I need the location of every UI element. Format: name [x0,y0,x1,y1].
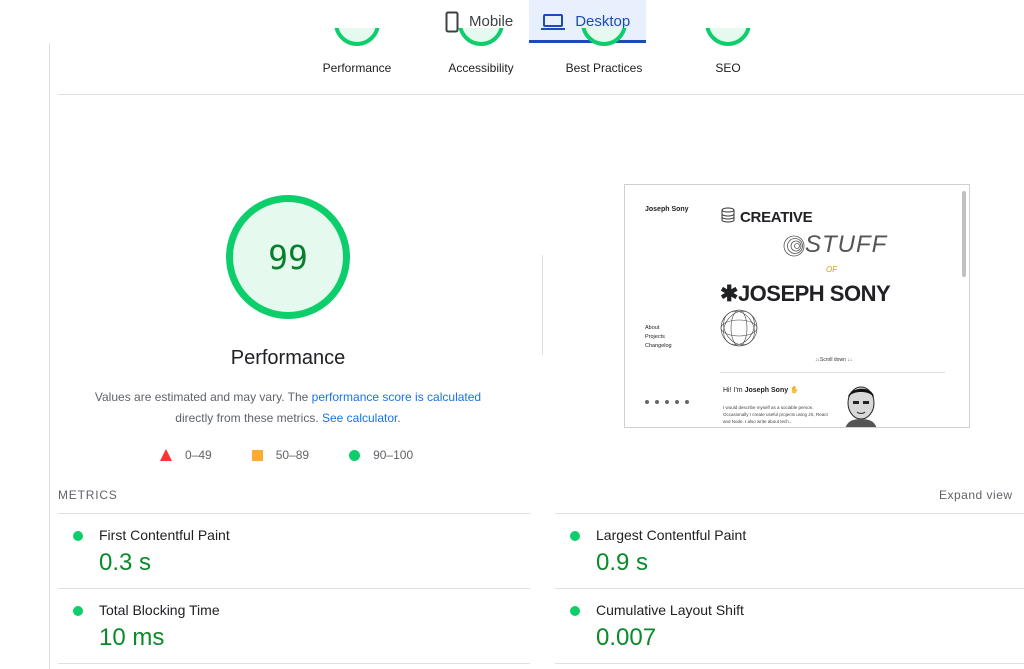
note-text: directly from these metrics. [175,411,322,425]
metric-value: 0.3 s [99,549,152,576]
legend-fail: 0–49 [160,448,212,462]
category-label: Accessibility [448,61,514,75]
site-name: Joseph Sony [645,206,689,213]
metric-value: 10 ms [99,624,165,651]
metric-value: 0.007 [596,624,657,651]
hero-name-text: JOSEPH SONY [737,281,891,306]
legend-fail-label: 0–49 [185,448,212,462]
hero-creative: CREATIVE [740,209,813,226]
greeting-name: Joseph Sony [744,387,789,394]
circle-icon [349,449,361,461]
triangle-icon [160,449,172,461]
wireframe-globe-icon [720,309,758,347]
spiral-icon [783,235,805,257]
metrics-divider [555,513,1024,514]
thumbnail-scrollbar [962,191,966,277]
performance-gauge: 99 [226,195,350,319]
metrics-divider [555,663,1024,664]
hero-of: OF [826,265,838,274]
expand-view-button[interactable]: Expand view [939,488,1013,502]
metrics-heading: METRICS [58,488,118,502]
hero-name: ✱JOSEPH SONY [720,281,891,307]
performance-score: 99 [268,237,308,277]
category-label: SEO [715,61,741,75]
score-note: Values are estimated and may vary. The p… [78,387,498,429]
asterisk-icon: ✱ [720,281,738,306]
category-divider [58,94,1024,95]
site-nav-item: Projects [645,334,665,340]
social-icon [685,400,689,404]
category-row: Performance Accessibility Best Practices… [0,28,1024,94]
note-text: . [397,411,401,425]
stack-icon [721,207,735,223]
intro-body: I would describe myself as a sociable pe… [723,405,828,424]
category-label: Best Practices [565,61,643,75]
metrics-divider [58,663,530,664]
note-text: Values are estimated and may vary. The [94,390,312,404]
thumbnail-divider [720,372,945,373]
legend-average: 50–89 [251,448,310,462]
pass-indicator [570,606,580,616]
social-icon [645,400,649,404]
intro-greeting: Hi! I'm Joseph Sony ✋ [723,386,799,394]
social-icon [675,400,679,404]
metrics-divider [58,588,530,589]
pass-indicator [570,531,580,541]
site-nav-item: About [645,325,660,331]
pass-indicator [73,606,83,616]
performance-title: Performance [230,347,346,369]
final-screenshot[interactable]: Joseph Sony About Projects Changelog CRE… [624,184,970,428]
legend-pass: 90–100 [349,448,413,462]
metric-label: Largest Contentful Paint [596,527,747,543]
scroll-hint: ↓↓Scroll down ↓↓ [815,357,853,363]
performance-score-link[interactable]: performance score is calculated [312,390,481,404]
metric-label: Total Blocking Time [99,602,220,618]
metric-label: First Contentful Paint [99,527,230,543]
metric-label: Cumulative Layout Shift [596,602,744,618]
social-icon [655,400,659,404]
vertical-divider [542,255,543,355]
profile-photo [845,386,877,427]
metric-value: 0.9 s [596,549,649,576]
site-nav: About Projects Changelog [645,324,672,351]
metrics-divider [555,588,1024,589]
legend-average-label: 50–89 [275,448,310,462]
pass-indicator [73,531,83,541]
greeting-text: Hi! I'm [723,387,745,394]
category-label: Performance [322,61,392,75]
square-icon [251,449,263,461]
hero-stuff: STUFF [805,231,888,258]
social-icon [665,400,669,404]
legend-pass-label: 90–100 [373,448,414,462]
social-icons [645,400,689,404]
wave-icon: ✋ [790,387,799,394]
score-legend: 0–49 50–89 90–100 [160,448,453,462]
site-nav-item: Changelog [645,343,672,349]
metrics-divider [58,513,530,514]
left-divider [49,43,50,669]
see-calculator-link[interactable]: See calculator [322,411,397,425]
